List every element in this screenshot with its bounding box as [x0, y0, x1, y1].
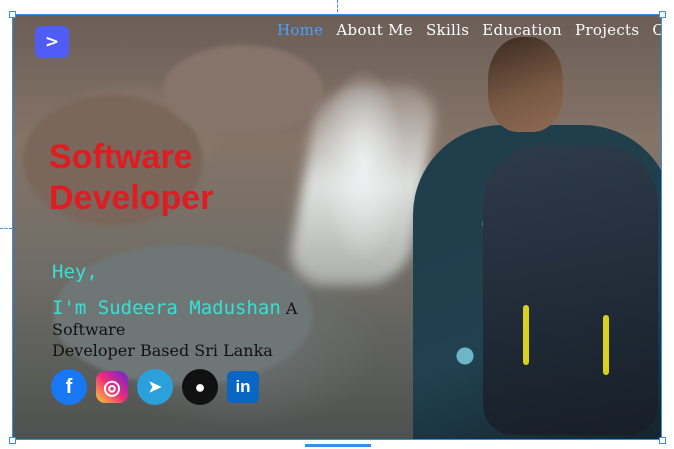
facebook-icon: f — [65, 375, 73, 398]
linkedin-icon: in — [235, 377, 251, 396]
instagram-icon: ◎ — [103, 376, 121, 399]
person-head-shape — [488, 37, 563, 132]
social-links: f ◎ ➤ ● in — [51, 369, 259, 405]
hero-tagline-part2: Developer Based Sri Lanka — [52, 341, 273, 360]
strap-shape — [603, 315, 609, 375]
github-icon: ● — [194, 376, 206, 397]
nav-contact[interactable]: Contact — [652, 21, 661, 39]
strap-shape — [523, 305, 529, 365]
hero-title-line2: Developer — [49, 179, 214, 217]
nav-projects[interactable]: Projects — [575, 21, 639, 39]
nav-about-me[interactable]: About Me — [336, 21, 413, 39]
resize-handle-tl[interactable] — [9, 11, 16, 18]
resize-handle-br[interactable] — [659, 437, 666, 444]
rock-shape — [163, 45, 323, 135]
logo-button[interactable]: > — [35, 26, 69, 58]
github-link[interactable]: ● — [182, 369, 218, 405]
instagram-link[interactable]: ◎ — [96, 371, 128, 403]
hero-tagline: I'm Sudeera Madushan A Software Develope… — [52, 297, 372, 361]
main-nav: Home About Me Skills Education Projects … — [277, 21, 661, 39]
facebook-link[interactable]: f — [51, 369, 87, 405]
logo-symbol: > — [44, 32, 60, 52]
nav-home[interactable]: Home — [277, 21, 323, 39]
backpack-shape — [483, 145, 658, 435]
telegram-link[interactable]: ➤ — [137, 369, 173, 405]
hero-section[interactable]: > Home About Me Skills Education Project… — [12, 14, 662, 440]
resize-handle-tr[interactable] — [659, 11, 666, 18]
hero-name: I'm Sudeera Madushan — [52, 297, 281, 319]
nav-skills[interactable]: Skills — [426, 21, 469, 39]
alignment-guide-left — [0, 228, 12, 229]
hero-title-line1: Software — [49, 138, 193, 176]
hero-title: Software Developer — [49, 137, 213, 219]
resize-handle-bl[interactable] — [9, 437, 16, 444]
linkedin-link[interactable]: in — [227, 371, 259, 403]
nav-education[interactable]: Education — [482, 21, 562, 39]
hero-greeting: Hey, — [52, 261, 98, 283]
telegram-icon: ➤ — [148, 379, 162, 396]
alignment-guide-top — [337, 0, 338, 12]
alignment-guide-bottom — [305, 444, 371, 447]
